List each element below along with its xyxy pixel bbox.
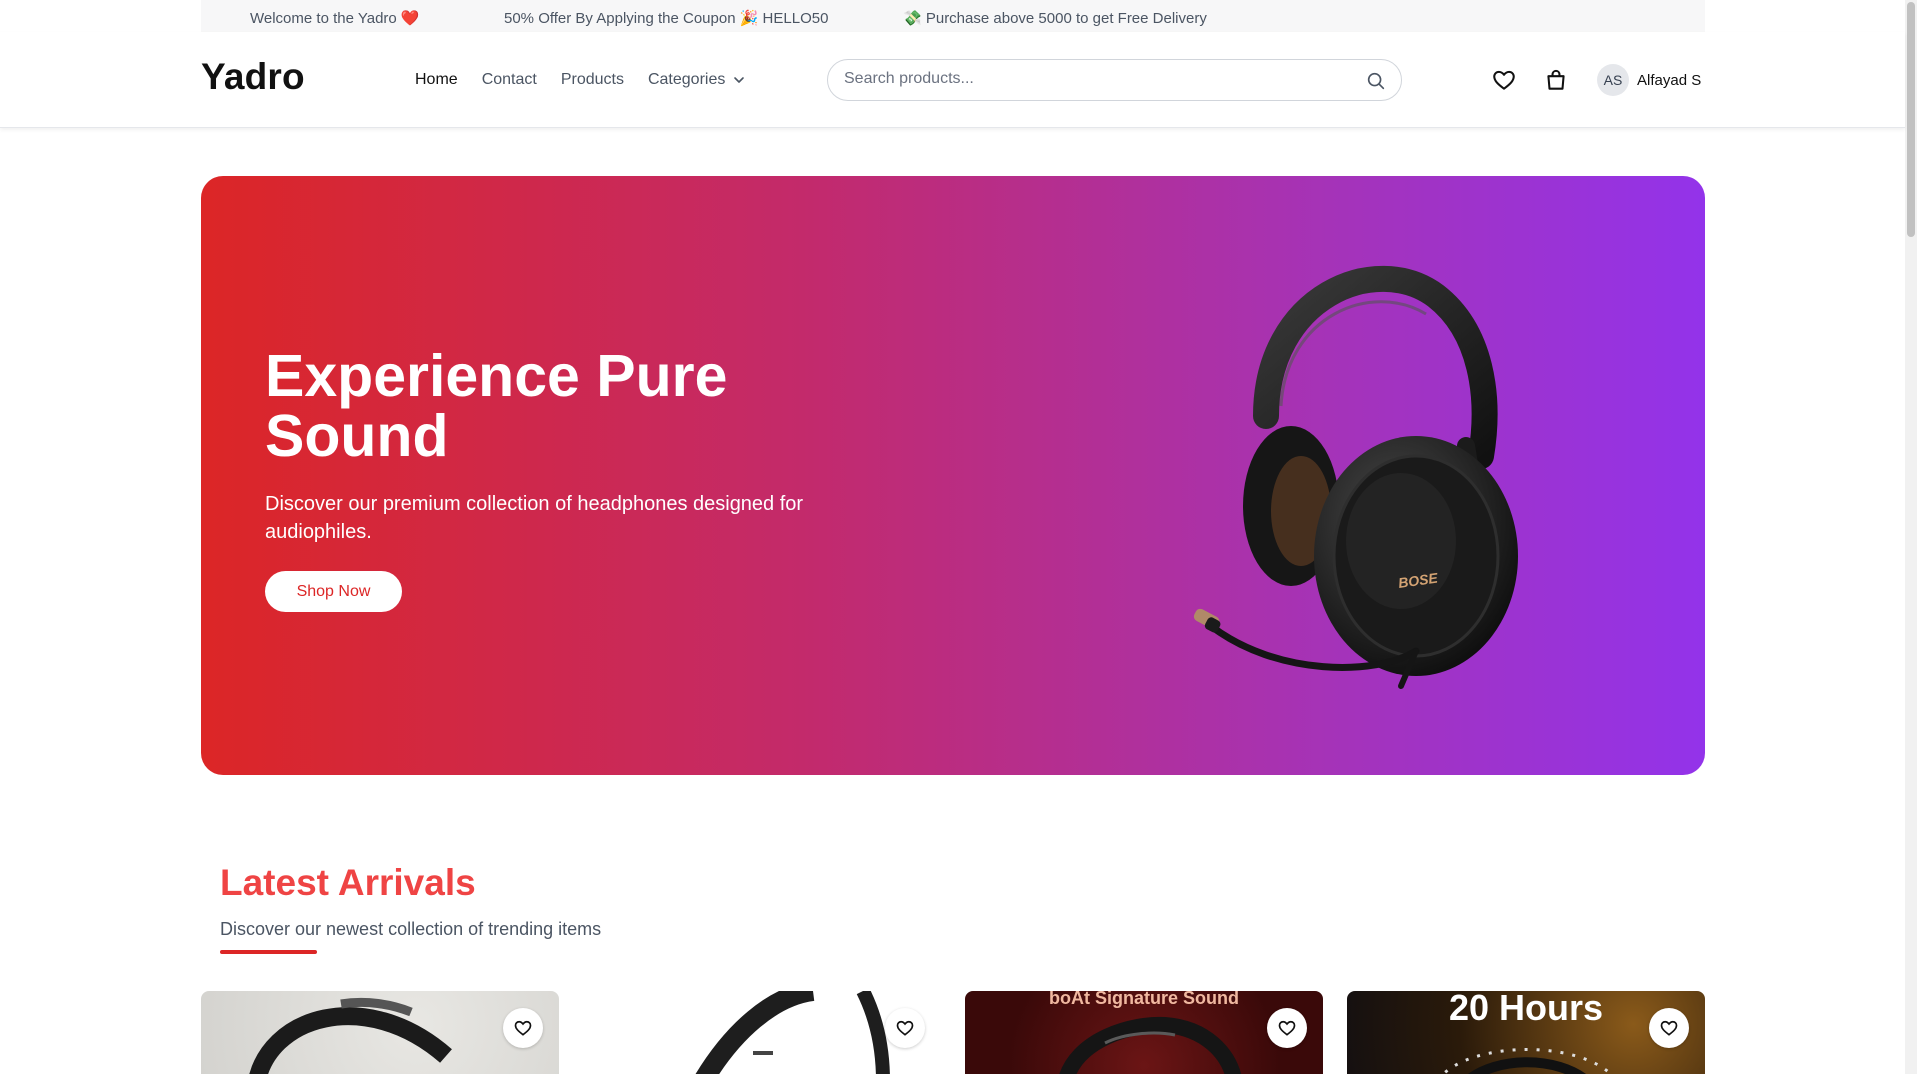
nav-contact[interactable]: Contact <box>482 71 537 89</box>
announcement-welcome: Welcome to the Yadro ❤️ <box>250 10 420 27</box>
announcement-offer: 50% Offer By Applying the Coupon 🎉 HELLO… <box>504 10 829 27</box>
chevron-down-icon <box>734 77 745 83</box>
site-header: Yadro Home Contact Products Categories A… <box>0 32 1905 128</box>
wishlist-button[interactable] <box>1649 1008 1689 1048</box>
wishlist-button[interactable] <box>503 1008 543 1048</box>
heart-icon <box>514 1020 532 1036</box>
product-card[interactable] <box>201 991 559 1074</box>
wishlist-button[interactable] <box>885 1008 925 1048</box>
heart-icon <box>1660 1020 1678 1036</box>
section-underline <box>220 950 317 954</box>
product-image <box>695 991 890 1074</box>
heart-icon <box>896 1020 914 1036</box>
user-avatar[interactable]: AS <box>1597 64 1629 96</box>
product-card[interactable]: 20 Hours <box>1347 991 1705 1074</box>
page-scrollbar[interactable] <box>1905 0 1917 1074</box>
card-banner-text: boAt Signature Sound <box>1049 991 1239 1008</box>
nav-categories-label: Categories <box>647 71 726 88</box>
hero-banner: Experience Pure Sound Discover our premi… <box>201 176 1705 775</box>
product-card[interactable] <box>583 991 941 1074</box>
nav-home[interactable]: Home <box>415 71 458 89</box>
search-input[interactable] <box>844 70 1344 88</box>
product-image <box>1059 1016 1242 1074</box>
user-name[interactable]: Alfayad S <box>1637 72 1701 89</box>
product-card[interactable]: boAt Signature Sound <box>965 991 1323 1074</box>
hero-title: Experience Pure Sound <box>265 343 728 469</box>
announcement-bar: Welcome to the Yadro ❤️ 50% Offer By App… <box>201 0 1705 32</box>
scrollbar-thumb[interactable] <box>1907 2 1915 237</box>
nav-categories[interactable]: Categories <box>648 71 745 89</box>
product-image <box>1441 1048 1613 1074</box>
search-bar <box>827 59 1402 101</box>
announcement-delivery: 💸 Purchase above 5000 to get Free Delive… <box>903 10 1207 27</box>
search-icon[interactable] <box>1365 70 1387 92</box>
latest-arrivals-title: Latest Arrivals <box>220 862 476 903</box>
wishlist-button[interactable] <box>1267 1008 1307 1048</box>
shop-now-button[interactable]: Shop Now <box>265 571 402 612</box>
product-image <box>249 997 452 1074</box>
nav-products[interactable]: Products <box>561 71 624 89</box>
headphones-image: BOSE <box>1193 266 1518 689</box>
latest-arrivals-subtitle: Discover our newest collection of trendi… <box>220 919 602 939</box>
hero-description: Discover our premium collection of headp… <box>265 493 804 543</box>
site-logo[interactable]: Yadro <box>201 56 305 98</box>
shopping-bag-icon[interactable] <box>1543 67 1569 93</box>
main-nav: Home Contact Products Categories <box>415 71 745 89</box>
heart-icon[interactable] <box>1491 67 1517 93</box>
heart-icon <box>1278 1020 1296 1036</box>
